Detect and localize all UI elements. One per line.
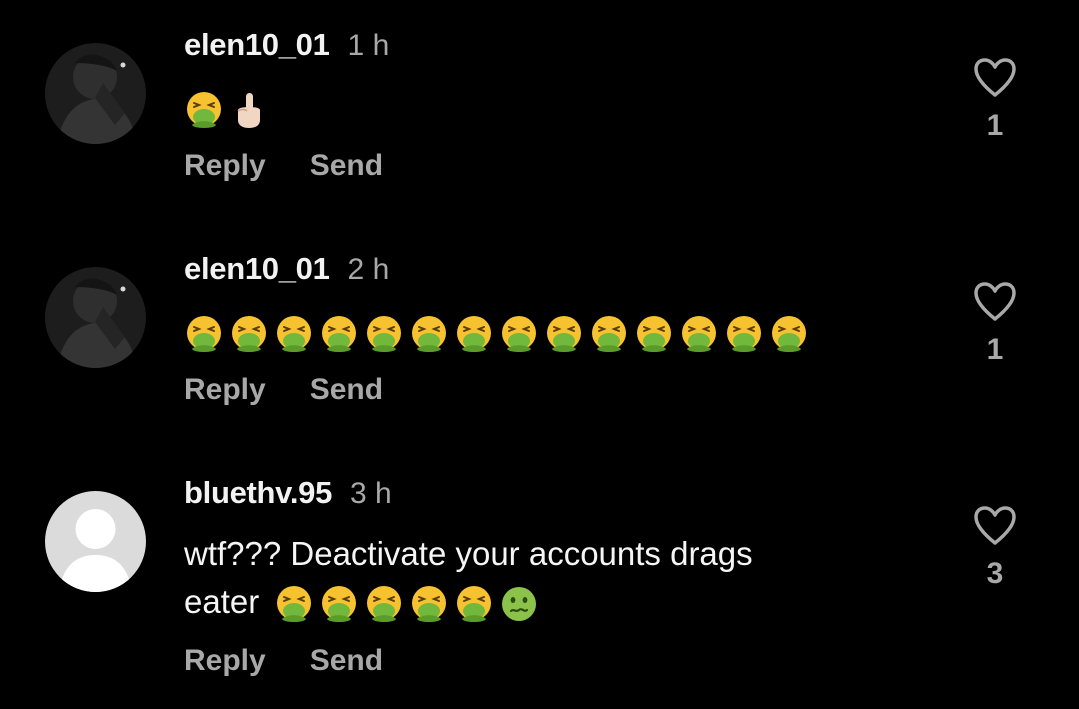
comment-actions: Reply Send [184,146,427,186]
comment-body [184,308,884,356]
timestamp: 1 h [347,29,390,62]
face-vomiting-icon [409,584,449,624]
username[interactable]: elen10_01 [184,251,330,286]
like-count: 1 [986,333,1004,366]
timestamp: 3 h [350,477,392,510]
face-vomiting-icon [499,314,539,354]
face-vomiting-icon [409,314,449,354]
emoji-row [274,584,539,624]
face-vomiting-icon [229,314,269,354]
reply-button[interactable]: Reply [184,146,266,186]
avatar[interactable] [45,267,146,368]
send-button[interactable]: Send [310,146,383,186]
default-avatar-icon [45,491,146,592]
like-control: 3 [970,505,1020,591]
username[interactable]: bluethv.95 [184,475,332,510]
face-vomiting-icon [589,314,629,354]
face-vomiting-icon [184,90,224,130]
face-vomiting-icon [724,314,764,354]
comment-text-line2: eater [184,578,884,626]
face-vomiting-icon [634,314,674,354]
like-control: 1 [970,281,1020,367]
nauseated-face-icon [499,584,539,624]
comment-text: wtf??? Deactivate your accounts drags [184,535,753,572]
face-vomiting-icon [319,584,359,624]
face-vomiting-icon [769,314,809,354]
face-vomiting-icon [454,314,494,354]
send-button[interactable]: Send [310,370,383,410]
heart-outline-icon[interactable] [972,281,1018,323]
like-control: 1 [970,57,1020,143]
emoji-row [184,90,269,130]
comment-header: bluethv.95 3 h [184,473,392,513]
face-vomiting-icon [544,314,584,354]
emoji-row [184,314,809,354]
avatar[interactable] [45,43,146,144]
send-button[interactable]: Send [310,641,383,681]
comment-header: elen10_01 2 h [184,249,389,289]
avatar[interactable] [45,491,146,592]
comment-body [184,84,884,132]
comment-actions: Reply Send [184,370,427,410]
face-vomiting-icon [274,584,314,624]
like-count: 1 [986,109,1004,142]
comment-actions: Reply Send [184,641,427,681]
face-vomiting-icon [454,584,494,624]
like-count: 3 [986,557,1004,590]
middle-finger-icon [229,90,269,130]
comment-body: wtf??? Deactivate your accounts drags ea… [184,530,884,626]
reply-button[interactable]: Reply [184,641,266,681]
comment-text-continuation: eater [184,583,260,620]
timestamp: 2 h [347,253,390,286]
username[interactable]: elen10_01 [184,27,330,62]
face-vomiting-icon [184,314,224,354]
reply-button[interactable]: Reply [184,370,266,410]
face-vomiting-icon [319,314,359,354]
face-vomiting-icon [274,314,314,354]
face-vomiting-icon [364,314,404,354]
face-vomiting-icon [679,314,719,354]
face-vomiting-icon [364,584,404,624]
heart-outline-icon[interactable] [972,505,1018,547]
heart-outline-icon[interactable] [972,57,1018,99]
comment-header: elen10_01 1 h [184,25,389,65]
